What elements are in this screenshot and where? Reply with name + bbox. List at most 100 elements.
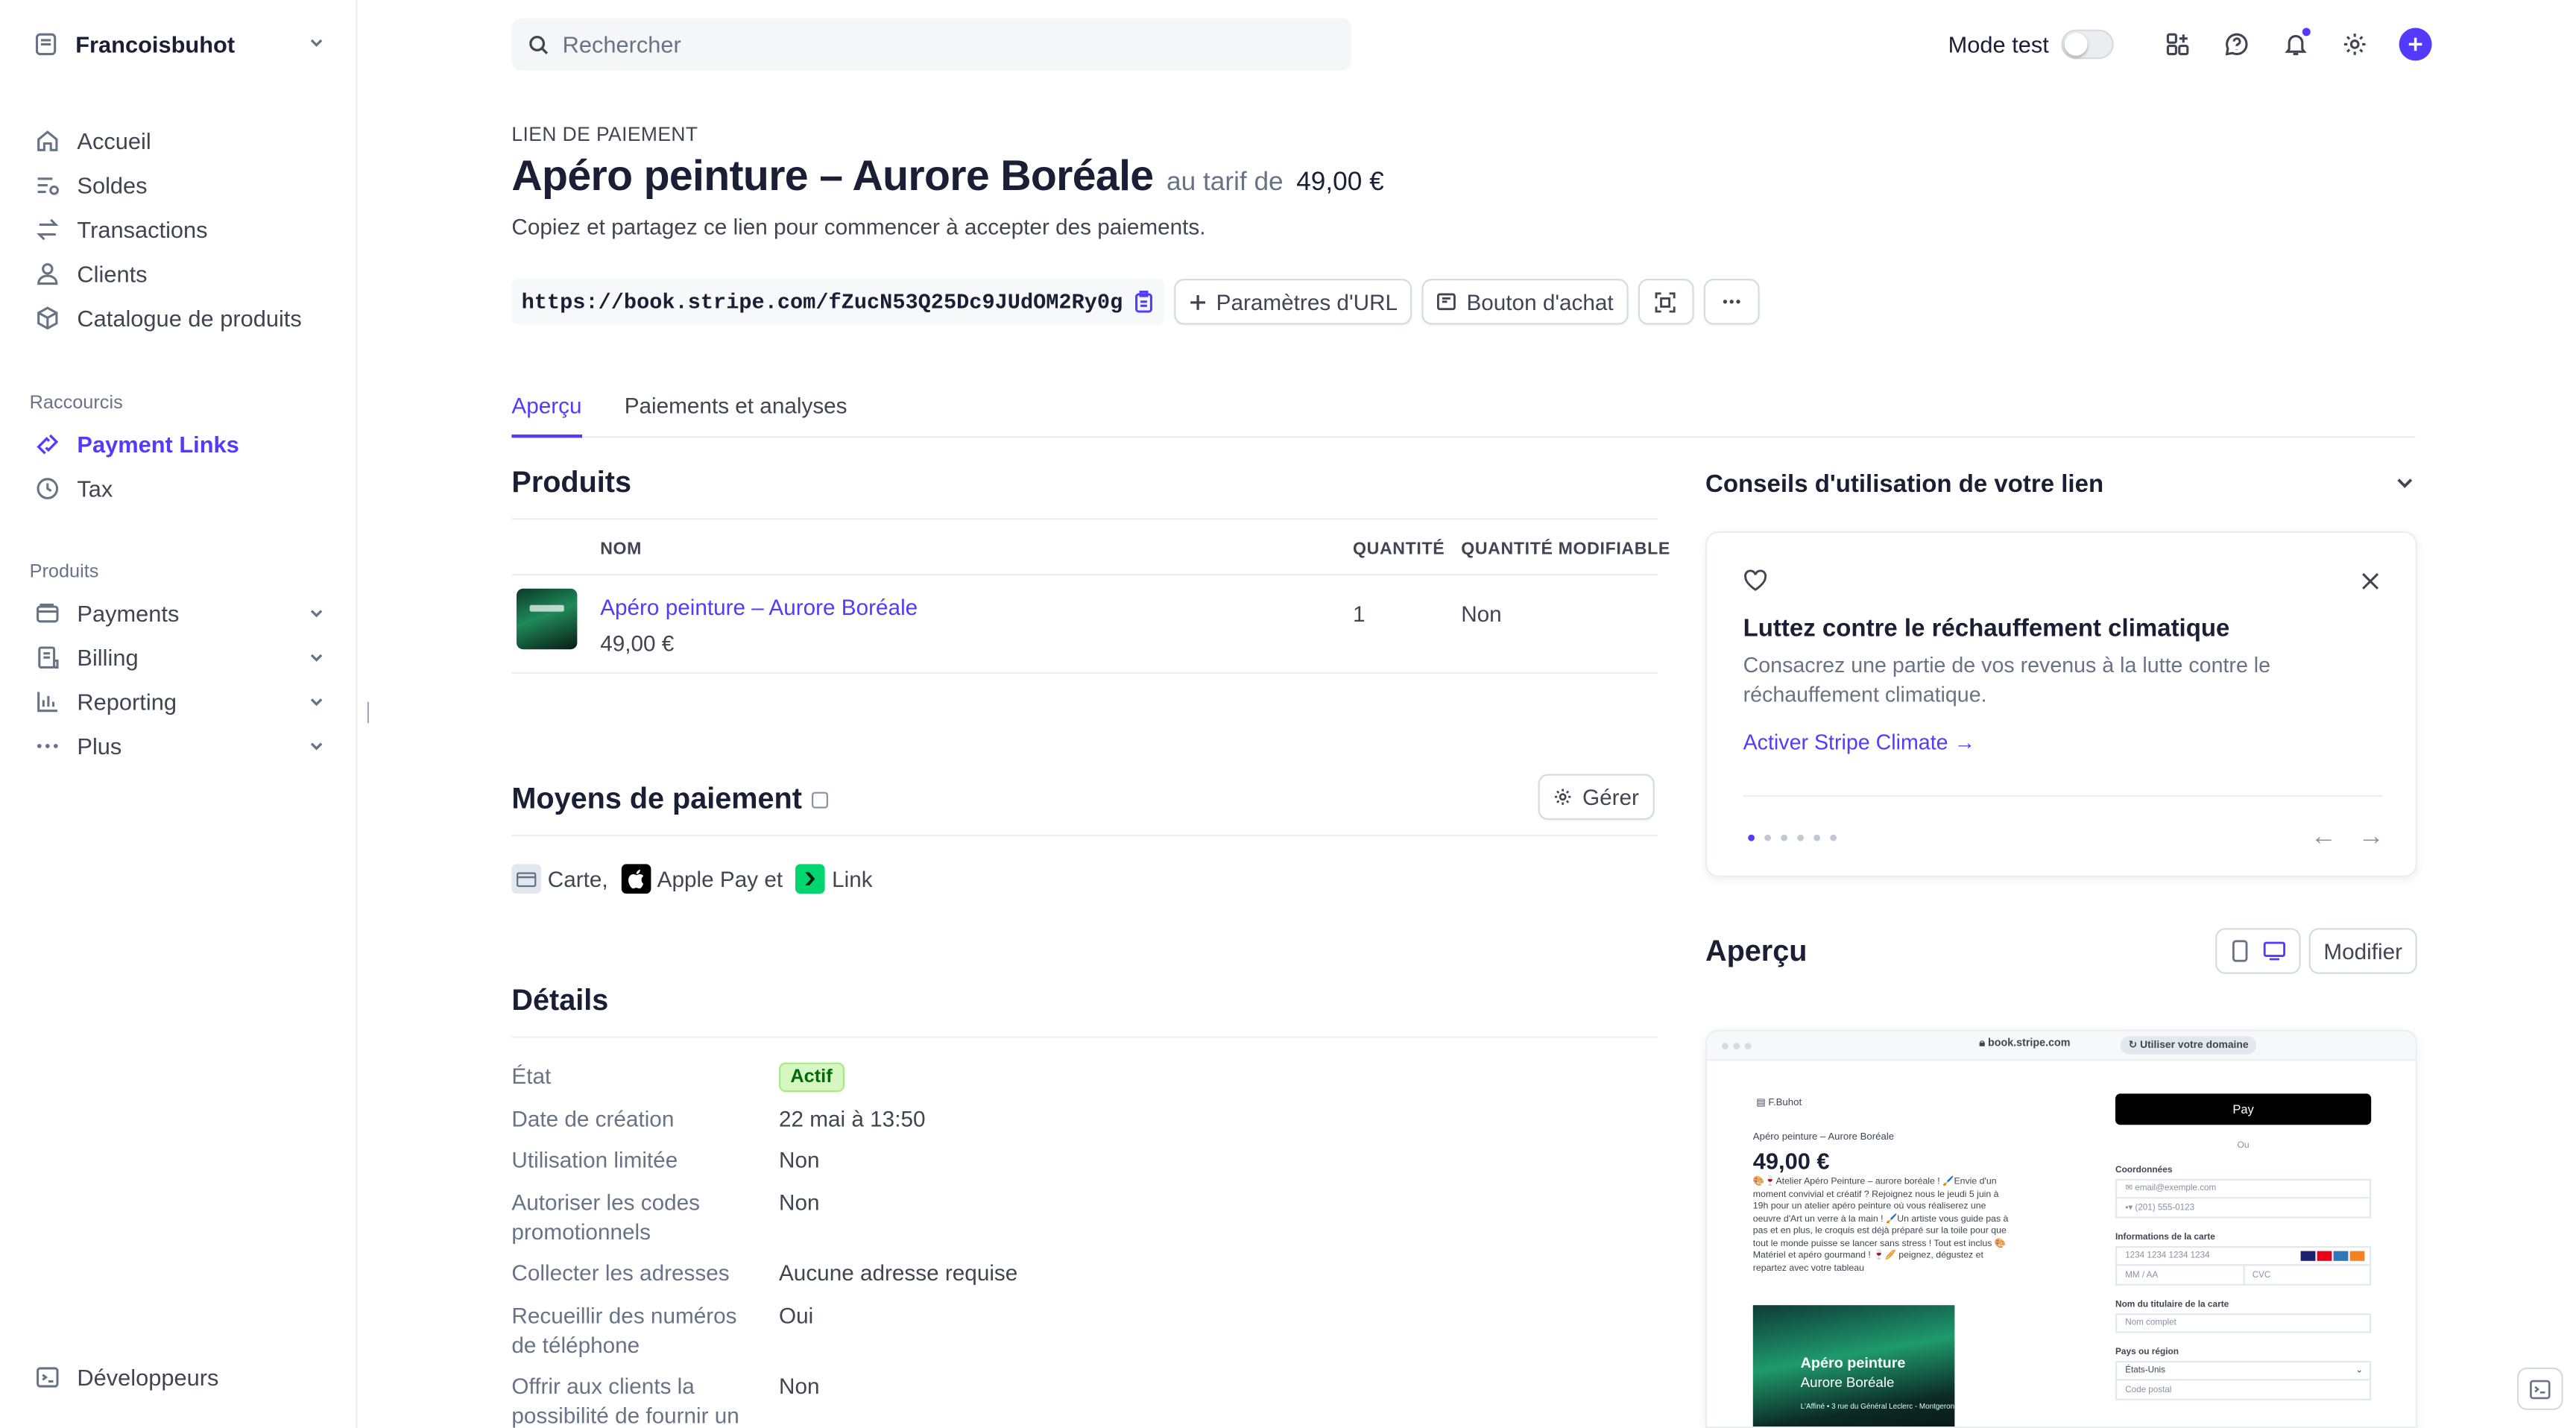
preview-exp-field: MM / AA [2115, 1266, 2244, 1286]
use-domain-label: Utiliser votre domaine [2140, 1039, 2249, 1052]
clock-icon [33, 474, 63, 504]
bar-chart-icon [33, 687, 63, 717]
notification-bell-icon[interactable] [2279, 26, 2314, 62]
device-toggle[interactable] [2215, 928, 2301, 974]
section-title-products: Produits [29, 562, 99, 582]
sidebar-item-billing[interactable]: Billing [33, 639, 325, 675]
chevron-down-icon [309, 30, 325, 60]
refresh-icon: ↻ [2128, 1039, 2141, 1052]
billing-icon [33, 642, 63, 672]
sidebar-item-label: Billing [77, 644, 139, 671]
sidebar-item-payments[interactable]: Payments [33, 595, 325, 631]
preview-contact-label: Coordonnées [2115, 1166, 2173, 1176]
sidebar-item-accueil[interactable]: Accueil [33, 123, 325, 159]
payment-url-box[interactable]: https://book.stripe.com/fZucN53Q25Dc9JUd… [511, 279, 1164, 325]
test-mode-toggle[interactable] [2062, 29, 2115, 60]
developer-shell-button[interactable] [2517, 1367, 2563, 1410]
chevron-down-icon[interactable] [2394, 473, 2416, 502]
dashboard-app: Francoisbuhot Accueil Soldes Transaction… [0, 0, 2576, 1428]
price-prefix: au tarif de [1167, 168, 1284, 197]
desktop-icon[interactable] [2262, 941, 2285, 961]
preview-phone-field: ▪▾ (201) 555-0123 [2115, 1198, 2372, 1219]
activate-climate-link[interactable]: Activer Stripe Climate → [1743, 730, 1976, 754]
manage-label: Gérer [1582, 784, 1639, 809]
preview-apple-pay-button: Pay [2115, 1093, 2372, 1125]
divider [511, 574, 1658, 576]
ellipsis-icon [1722, 298, 1741, 305]
sidebar-item-payment-links[interactable]: Payment Links [33, 426, 325, 462]
sidebar-item-label: Plus [77, 733, 122, 759]
preview-title: Aperçu [1705, 935, 1808, 967]
terminal-icon [33, 1362, 63, 1392]
product-qty-mod: Non [1461, 601, 1502, 627]
manage-button[interactable]: Gérer [1538, 774, 1654, 820]
col-header-qty-mod: QUANTITÉ MODIFIABLE [1461, 539, 1670, 560]
account-switcher[interactable]: Francoisbuhot [33, 28, 325, 60]
tab-paiements-analyses[interactable]: Paiements et analyses [625, 394, 847, 437]
mobile-icon[interactable] [2231, 940, 2247, 963]
apple-pay-label: Pay [2232, 1102, 2254, 1117]
preview-card-field: 1234 1234 1234 1234 [2115, 1246, 2372, 1266]
detail-value: Oui [779, 1304, 814, 1328]
preview-product-info: Apéro peinture – Aurore Boréale 49,00 € … [1753, 1133, 2015, 1275]
sidebar-item-label: Accueil [77, 127, 151, 154]
buy-button-button[interactable]: Bouton d'achat [1422, 279, 1629, 325]
close-icon[interactable] [2361, 569, 2379, 598]
chevron-down-icon: ⌄ [2355, 1365, 2364, 1376]
checkout-preview: 🔒︎ book.stripe.com ↻ Utiliser votre doma… [1705, 1029, 2417, 1428]
carousel-dot[interactable] [1748, 834, 1755, 841]
use-domain-button[interactable]: ↻ Utiliser votre domaine [2120, 1036, 2257, 1055]
account-name: Francoisbuhot [75, 31, 236, 57]
carousel-dot[interactable] [1813, 834, 1820, 841]
plus-icon [1188, 293, 1206, 311]
url-params-button[interactable]: Paramètres d'URL [1173, 279, 1412, 325]
status-badge: Actif [779, 1062, 845, 1093]
tab-apercu[interactable]: Aperçu [511, 394, 582, 438]
arrow-right-icon[interactable]: → [2358, 823, 2384, 853]
sidebar-item-reporting[interactable]: Reporting [33, 683, 325, 719]
detail-label: Utilisation limitée [511, 1148, 678, 1172]
payment-url[interactable]: https://book.stripe.com/fZucN53Q25Dc9JUd… [522, 289, 1123, 314]
detail-label: Autoriser les codes promotionnels [511, 1190, 700, 1245]
copy-icon[interactable] [1132, 290, 1154, 313]
sidebar-item-transactions[interactable]: Transactions [33, 212, 325, 247]
product-name-link[interactable]: Apéro peinture – Aurore Boréale [600, 595, 918, 620]
preview-merchant-name: F.Buhot [1768, 1099, 1802, 1109]
apps-icon[interactable] [2160, 26, 2196, 62]
carousel-dot[interactable] [1781, 834, 1787, 841]
card-icon [511, 864, 541, 894]
sidebar-item-plus[interactable]: Plus [33, 728, 325, 764]
preview-email-field: ✉ email@exemple.com [2115, 1178, 2372, 1199]
sidebar-item-tax[interactable]: Tax [33, 470, 325, 506]
more-icon [33, 731, 63, 761]
mail-icon: ✉ [2125, 1184, 2135, 1194]
sidebar-item-catalogue[interactable]: Catalogue de produits [33, 300, 325, 336]
search-bar[interactable] [511, 18, 1351, 71]
qr-code-button[interactable] [1638, 279, 1694, 325]
detail-label: Offrir aux clients la possibilité de fou… [511, 1374, 739, 1428]
carousel-dot[interactable] [1764, 834, 1771, 841]
col-header-qty: QUANTITÉ [1353, 539, 1445, 560]
chevron-down-icon [309, 600, 325, 626]
search-input[interactable] [562, 31, 1284, 57]
page-title-row: Apéro peinture – Aurore Boréale au tarif… [511, 151, 1383, 201]
preview-product-price: 49,00 € [1752, 1148, 1830, 1175]
gear-icon[interactable] [2337, 26, 2373, 62]
payment-methods-list: Carte, Apple Pay et Link [511, 864, 873, 894]
arrow-left-icon[interactable]: ← [2311, 823, 2337, 853]
help-icon[interactable] [2220, 26, 2255, 62]
create-plus-button[interactable] [2399, 28, 2433, 61]
edit-button[interactable]: Modifier [2308, 928, 2417, 974]
info-icon[interactable] [812, 792, 829, 809]
sidebar-resize-handle[interactable] [367, 701, 369, 724]
sidebar-item-soldes[interactable]: Soldes [33, 167, 325, 203]
carousel-dot[interactable] [1797, 834, 1804, 841]
sidebar-item-developers[interactable]: Développeurs [33, 1359, 325, 1395]
link-logo-icon [795, 864, 826, 894]
carousel-dot[interactable] [1830, 834, 1837, 841]
divider [1743, 795, 2383, 797]
tip-card-title: Luttez contre le réchauffement climatiqu… [1743, 615, 2230, 643]
product-thumbnail[interactable] [517, 588, 578, 650]
more-actions-button[interactable] [1703, 279, 1760, 325]
sidebar-item-clients[interactable]: Clients [33, 256, 325, 291]
